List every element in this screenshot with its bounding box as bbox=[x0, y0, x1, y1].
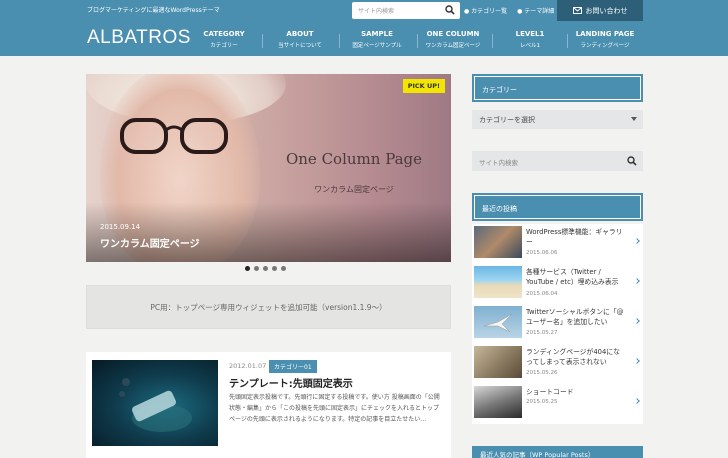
chevron-down-icon bbox=[631, 117, 637, 121]
slider-dot[interactable] bbox=[245, 266, 250, 271]
recent-post-thumbnail[interactable] bbox=[474, 266, 522, 298]
post-card[interactable]: 2012.01.07 カテゴリー01 テンプレート:先頭固定表示 先頭固定表示投… bbox=[86, 352, 451, 458]
slider-dot[interactable] bbox=[272, 266, 277, 271]
site-header: ブログマーケティングに最適なWordPressテーマ サイト内検索 ● カテゴリ… bbox=[0, 0, 728, 56]
recent-post-date: 2015.05.27 bbox=[526, 330, 558, 336]
chevron-right-icon bbox=[634, 358, 640, 364]
hero-image-subtitle: ワンカラム固定ページ bbox=[314, 185, 394, 194]
header-links: ● カテゴリー覧 ● テーマ詳細 bbox=[464, 6, 562, 15]
recent-post-date: 2015.06.04 bbox=[526, 291, 558, 297]
nav-divider bbox=[262, 34, 263, 48]
post-thumbnail[interactable] bbox=[92, 360, 218, 446]
hero-date: 2015.09.14 bbox=[100, 223, 141, 231]
nav-divider bbox=[339, 34, 340, 48]
recent-post-item[interactable]: WordPress標準機能：ギャラリー 2015.06.06 bbox=[472, 224, 643, 264]
slider-dot[interactable] bbox=[281, 266, 286, 271]
recent-post-item[interactable]: 各種サービス（Twitter / YouTube / etc）埋め込み表示 20… bbox=[472, 264, 643, 304]
search-icon[interactable] bbox=[445, 5, 455, 15]
post-title[interactable]: テンプレート:先頭固定表示 bbox=[229, 375, 353, 390]
site-tagline: ブログマーケティングに最適なWordPressテーマ bbox=[87, 7, 220, 14]
hero-image-title: One Column Page bbox=[285, 150, 423, 168]
widget-notice-text: PC用：トップページ専用ウィジェットを追加可能（version1.1.9〜） bbox=[150, 302, 387, 312]
theme-detail-link[interactable]: ● テーマ詳細 bbox=[517, 8, 558, 15]
sidebar-search-placeholder: サイト内検索 bbox=[479, 159, 518, 167]
hero-caption[interactable]: ワンカラム固定ページ bbox=[100, 235, 200, 250]
chevron-right-icon bbox=[634, 398, 640, 404]
hero-slide[interactable]: PICK UP! One Column Page ワンカラム固定ページ 2015… bbox=[86, 74, 451, 262]
post-excerpt: 先頭固定表示投稿です。先頭行に固定する投稿です。使い方 投稿画面の「公開状態・編… bbox=[229, 394, 440, 423]
recent-post-date: 2015.06.06 bbox=[526, 250, 558, 256]
chevron-right-icon bbox=[634, 278, 640, 284]
search-icon[interactable] bbox=[627, 156, 637, 166]
recent-post-thumbnail[interactable] bbox=[474, 226, 522, 258]
nav-divider bbox=[417, 34, 418, 48]
bird-graphic bbox=[483, 313, 513, 333]
popular-posts-heading: 最近人気の記事（WP Popular Posts） bbox=[472, 446, 643, 458]
category-select-value: カテゴリーを選択 bbox=[479, 116, 535, 124]
sidebar-search-input[interactable]: サイト内検索 bbox=[472, 151, 643, 171]
site-logo[interactable]: ALBATROS bbox=[87, 27, 191, 49]
nav-item-one-column[interactable]: ONE COLUMN ワンカラム固定ページ bbox=[426, 30, 481, 49]
slider-dots bbox=[245, 266, 286, 271]
contact-label: お問い合わせ bbox=[585, 6, 628, 15]
widget-notice: PC用：トップページ専用ウィジェットを追加可能（version1.1.9〜） bbox=[86, 285, 451, 329]
recent-post-title[interactable]: WordPress標準機能：ギャラリー bbox=[526, 227, 626, 247]
category-select[interactable]: カテゴリーを選択 bbox=[472, 110, 643, 129]
nav-item-about[interactable]: ABOUT 当サイトについて bbox=[278, 30, 322, 49]
glasses-graphic bbox=[120, 118, 228, 154]
recent-post-item[interactable]: Twitterソーシャルボタンに「@ユーザー名」を追加したい 2015.05.2… bbox=[472, 304, 643, 344]
slider-dot[interactable] bbox=[254, 266, 259, 271]
header-search-placeholder: サイト内検索 bbox=[358, 8, 395, 15]
recent-post-title[interactable]: 各種サービス（Twitter / YouTube / etc）埋め込み表示 bbox=[526, 267, 626, 287]
recent-post-date: 2015.05.25 bbox=[526, 399, 558, 405]
recent-post-item[interactable]: ショートコード 2015.05.25 bbox=[472, 384, 643, 424]
mail-icon bbox=[572, 7, 582, 14]
recent-post-title[interactable]: Twitterソーシャルボタンに「@ユーザー名」を追加したい bbox=[526, 307, 626, 327]
nav-item-level1[interactable]: LEVEL1 レベル1 bbox=[516, 30, 545, 49]
recent-post-date: 2015.05.26 bbox=[526, 370, 558, 376]
category-widget-heading: カテゴリー bbox=[472, 74, 643, 102]
recent-post-thumbnail[interactable] bbox=[474, 346, 522, 378]
recent-post-title[interactable]: ショートコード bbox=[526, 387, 626, 397]
recent-posts-heading: 最近の投稿 bbox=[472, 193, 643, 221]
recent-post-item[interactable]: ランディングページが404になってしまって表示されない 2015.05.26 bbox=[472, 344, 643, 384]
recent-post-thumbnail[interactable] bbox=[474, 306, 522, 338]
chevron-right-icon bbox=[634, 318, 640, 324]
contact-button[interactable]: お問い合わせ bbox=[557, 0, 643, 21]
header-search-input[interactable]: サイト内検索 bbox=[352, 2, 460, 19]
nav-item-landing-page[interactable]: LANDING PAGE ランディングページ bbox=[576, 30, 635, 49]
nav-item-category[interactable]: CATEGORY カテゴリー bbox=[203, 30, 244, 49]
phone-hand-graphic bbox=[119, 378, 192, 432]
recent-post-title[interactable]: ランディングページが404になってしまって表示されない bbox=[526, 347, 626, 367]
nav-divider bbox=[492, 34, 493, 48]
slider-dot[interactable] bbox=[263, 266, 268, 271]
post-date: 2012.01.07 bbox=[229, 362, 267, 370]
hero-shade bbox=[86, 202, 451, 262]
chevron-right-icon bbox=[634, 238, 640, 244]
post-category-badge[interactable]: カテゴリー01 bbox=[269, 360, 317, 373]
nav-divider bbox=[567, 34, 568, 48]
recent-post-thumbnail[interactable] bbox=[474, 386, 522, 418]
pickup-badge: PICK UP! bbox=[402, 79, 445, 93]
nav-item-sample[interactable]: SAMPLE 固定ページサンプル bbox=[352, 30, 401, 49]
category-list-link[interactable]: ● カテゴリー覧 bbox=[464, 8, 511, 15]
